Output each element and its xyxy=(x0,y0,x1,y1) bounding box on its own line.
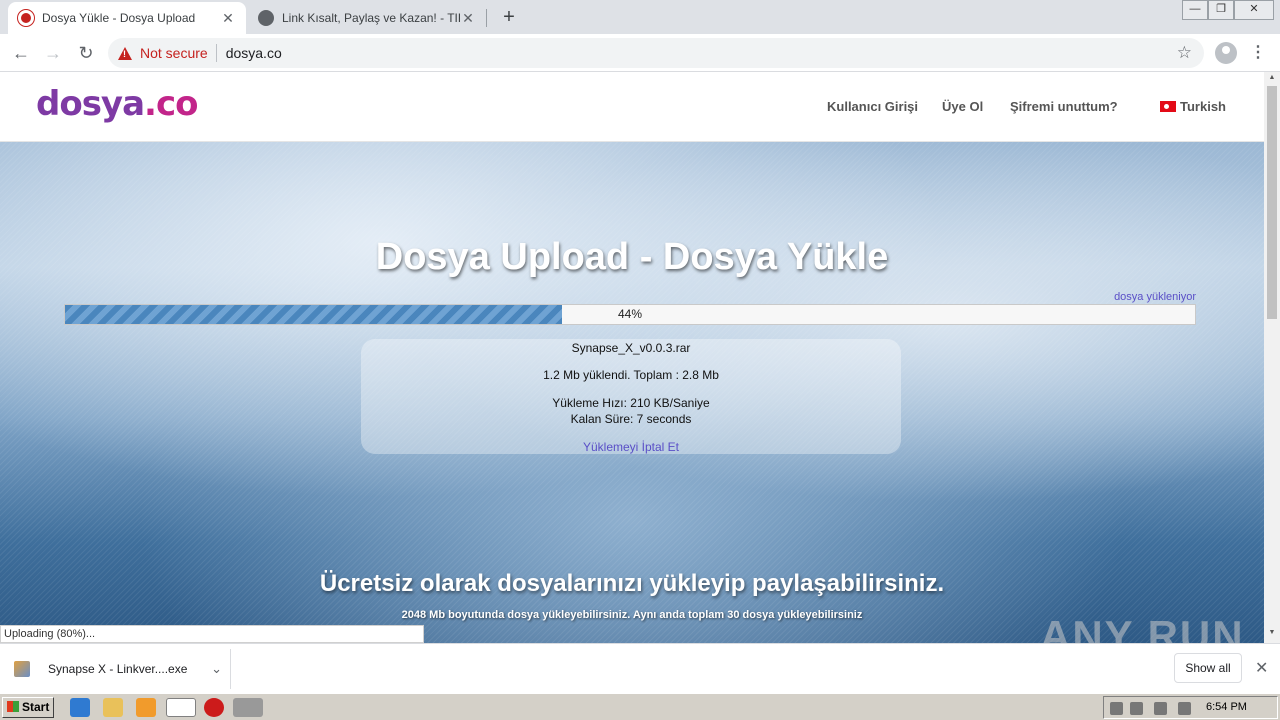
download-file-name: Synapse X - Linkver....exe xyxy=(48,662,188,676)
file-name: Synapse_X_v0.0.3.rar xyxy=(571,341,691,355)
tab-tikla[interactable]: Link Kısalt, Paylaş ve Kazan! - TIK.LA ✕ xyxy=(248,2,486,34)
url-text[interactable]: dosya.co xyxy=(226,45,282,61)
uploaded-size: 1.2 Mb yüklendi. Toplam : 2.8 Mb xyxy=(543,368,719,382)
nav-login-link[interactable]: Kullanıcı Girişi xyxy=(827,99,918,114)
opera-icon[interactable] xyxy=(204,698,224,717)
download-item[interactable]: Synapse X - Linkver....exe ⌄ xyxy=(14,654,230,684)
scroll-down-icon[interactable]: ▼ xyxy=(1264,629,1280,641)
web-page: dosya.co Kullanıcı Girişi Üye Ol Şifremi… xyxy=(0,72,1264,643)
back-button[interactable]: ← xyxy=(8,40,34,66)
windows-logo-icon xyxy=(7,701,19,712)
windows-taskbar: Start 6:54 PM xyxy=(0,693,1280,720)
chrome-taskbar-icon[interactable] xyxy=(166,698,196,717)
language-selector[interactable]: Turkish xyxy=(1160,99,1226,114)
scroll-up-icon[interactable]: ▲ xyxy=(1264,74,1280,86)
clock: 6:54 PM xyxy=(1206,701,1247,713)
language-label: Turkish xyxy=(1180,99,1226,114)
shelf-divider xyxy=(230,649,231,689)
security-indicator[interactable]: Not secure xyxy=(140,45,208,61)
tab-title: Link Kısalt, Paylaş ve Kazan! - TIK.LA xyxy=(282,11,460,25)
upload-info-panel: Synapse_X_v0.0.3.rar 1.2 Mb yüklendi. To… xyxy=(361,339,901,454)
warning-icon xyxy=(118,46,132,60)
site-header: dosya.co Kullanıcı Girişi Üye Ol Şifremi… xyxy=(0,72,1264,142)
download-shelf: Synapse X - Linkver....exe ⌄ Show all ✕ xyxy=(0,643,1280,693)
restore-button[interactable]: ❐ xyxy=(1208,0,1234,20)
logo-text-main: dosya xyxy=(36,84,145,124)
site-logo[interactable]: dosya.co xyxy=(36,84,198,124)
browser-toolbar: ← → ↻ Not secure dosya.co ☆ ⋮ xyxy=(0,34,1280,72)
reload-button[interactable]: ↻ xyxy=(73,40,99,66)
opera-favicon-icon xyxy=(18,10,34,26)
cancel-upload-link[interactable]: Yüklemeyi İptal Et xyxy=(361,440,901,454)
tab-title: Dosya Yükle - Dosya Upload xyxy=(42,11,196,25)
network-icon[interactable] xyxy=(1154,702,1167,715)
file-explorer-icon[interactable] xyxy=(103,698,123,717)
upload-progress-bar: 44% xyxy=(64,304,1196,325)
tab-strip: Dosya Yükle - Dosya Upload ✕ Link Kısalt… xyxy=(0,0,1280,34)
minimize-button[interactable]: — xyxy=(1182,0,1208,20)
nav-register-link[interactable]: Üye Ol xyxy=(942,99,983,114)
tab-close-icon[interactable]: ✕ xyxy=(460,10,476,27)
browser-status-bar: Uploading (80%)... xyxy=(0,625,424,643)
media-player-icon[interactable] xyxy=(136,698,156,717)
omnibox-divider xyxy=(215,44,217,62)
turkey-flag-icon xyxy=(1160,101,1176,112)
app-taskbar-icon[interactable] xyxy=(233,698,263,717)
system-tray: 6:54 PM xyxy=(1103,696,1278,719)
executable-file-icon xyxy=(14,661,30,677)
globe-favicon-icon xyxy=(258,10,274,26)
nav-forgot-password-link[interactable]: Şifremi unuttum? xyxy=(1010,99,1118,114)
flag-icon[interactable] xyxy=(1178,702,1191,715)
start-label: Start xyxy=(22,700,50,714)
tagline: Ücretsiz olarak dosyalarınızı yükleyip p… xyxy=(319,570,945,597)
profile-avatar-icon[interactable] xyxy=(1215,42,1237,64)
page-title: Dosya Upload - Dosya Yükle xyxy=(375,236,889,278)
logo-text-tld: .co xyxy=(144,84,198,124)
tab-separator xyxy=(486,9,487,27)
bookmark-star-icon[interactable]: ☆ xyxy=(1177,43,1192,63)
internet-explorer-icon[interactable] xyxy=(70,698,90,717)
kebab-menu-icon[interactable]: ⋮ xyxy=(1250,42,1266,62)
window-close-button[interactable]: ✕ xyxy=(1234,0,1274,20)
upload-status-text: dosya yükleniyor xyxy=(1114,291,1196,303)
volume-icon[interactable] xyxy=(1130,702,1143,715)
tab-dosya[interactable]: Dosya Yükle - Dosya Upload ✕ xyxy=(8,2,246,34)
chevron-down-icon[interactable]: ⌄ xyxy=(211,661,222,677)
tray-arrow-icon[interactable] xyxy=(1110,702,1123,715)
hero-section: Dosya Upload - Dosya Yükle dosya yükleni… xyxy=(0,142,1264,643)
close-icon[interactable]: ✕ xyxy=(1255,658,1268,678)
progress-percent: 44% xyxy=(617,307,643,321)
page-scrollbar[interactable]: ▲ ▼ xyxy=(1264,72,1280,643)
forward-button[interactable]: → xyxy=(40,40,66,66)
address-bar[interactable]: Not secure dosya.co ☆ xyxy=(108,38,1204,68)
start-button[interactable]: Start xyxy=(2,697,54,718)
remaining-time: Kalan Süre: 7 seconds xyxy=(570,412,692,426)
show-all-button[interactable]: Show all xyxy=(1174,653,1242,683)
new-tab-button[interactable]: + xyxy=(497,5,521,29)
scroll-thumb[interactable] xyxy=(1267,86,1277,319)
tab-close-icon[interactable]: ✕ xyxy=(220,10,236,27)
upload-speed: Yükleme Hızı: 210 KB/Saniye xyxy=(552,396,710,410)
